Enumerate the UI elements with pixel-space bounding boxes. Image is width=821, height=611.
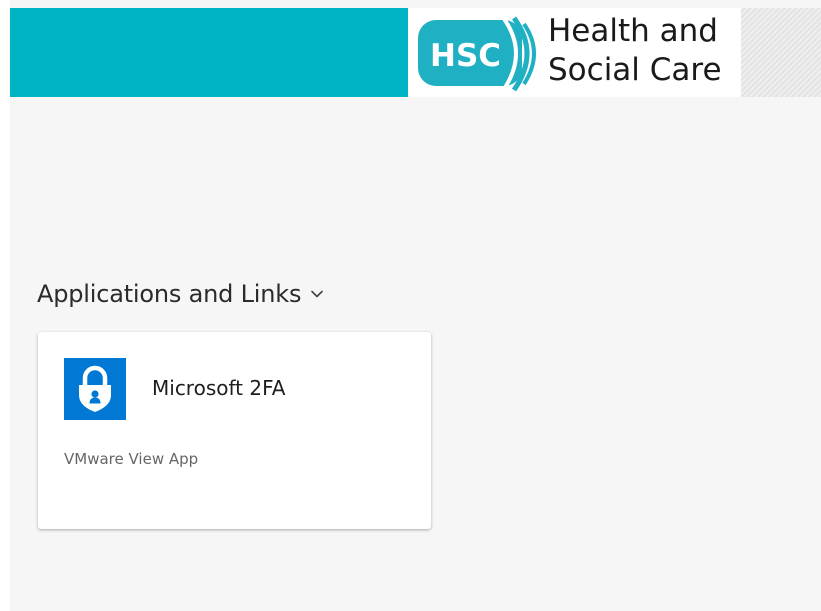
- section-title: Applications and Links: [37, 280, 302, 308]
- applications-section-toggle[interactable]: Applications and Links: [37, 276, 324, 312]
- hsc-logo-text: Health and Social Care: [548, 12, 722, 90]
- app-type: VMware View App: [64, 450, 199, 468]
- header-edge-pattern: [741, 8, 821, 97]
- lock-icon: [64, 358, 126, 420]
- app-card-microsoft-2fa[interactable]: Microsoft 2FA VMware View App: [38, 332, 431, 529]
- hsc-logo: HSC Health and Social Care: [408, 8, 741, 97]
- hsc-logo-short-text: HSC: [430, 38, 501, 74]
- hsc-logo-line-1: Health and: [548, 13, 718, 49]
- chevron-down-icon: [311, 290, 324, 298]
- hsc-logo-mark-icon: HSC: [418, 14, 540, 97]
- page: HSC Health and Social Care Applications …: [0, 0, 821, 611]
- app-name: Microsoft 2FA: [152, 376, 286, 400]
- hsc-logo-line-2: Social Care: [548, 52, 722, 88]
- header-band: [10, 8, 408, 97]
